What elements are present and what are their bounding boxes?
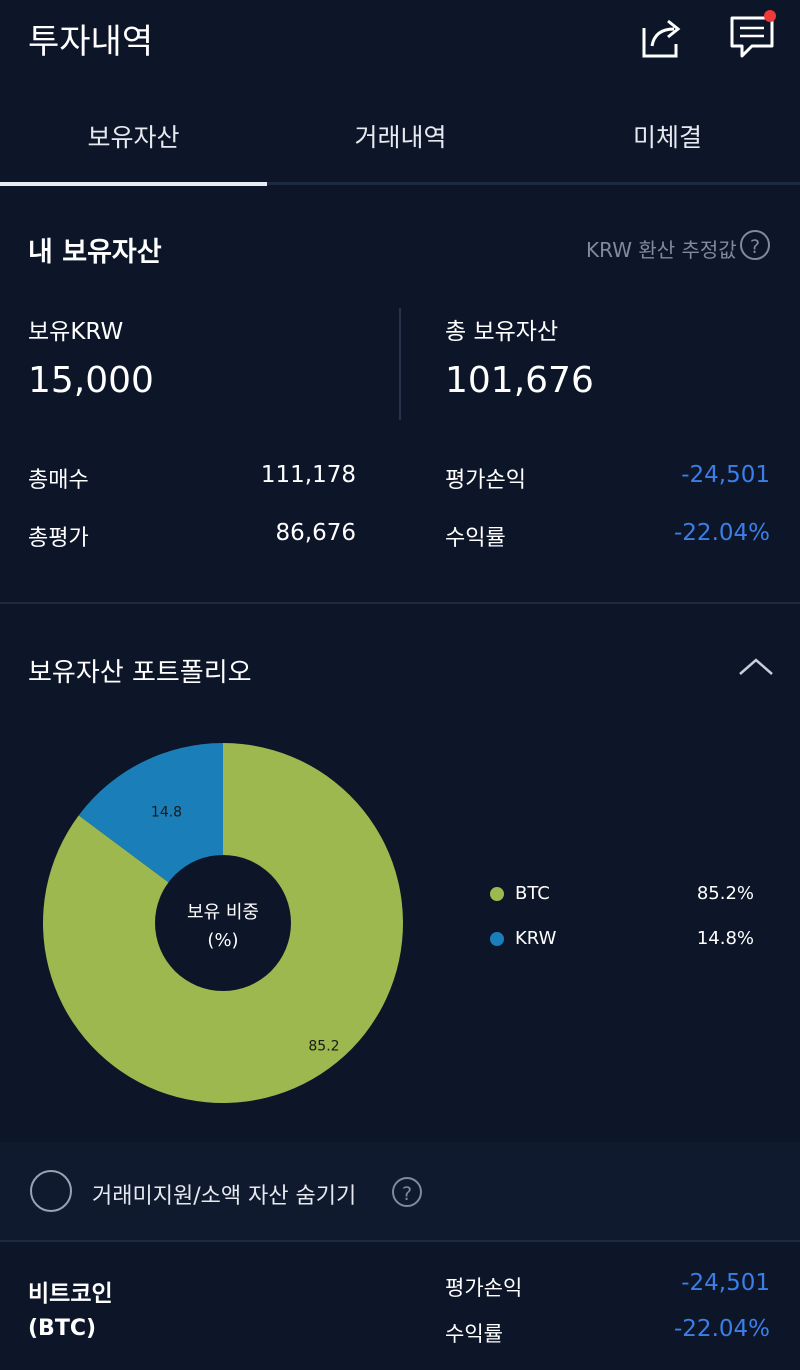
coin-name[interactable]: 비트코인	[28, 1274, 113, 1308]
hide-small-assets-label: 거래미지원/소액 자산 숨기기	[92, 1184, 357, 1209]
total-assets-value: 101,676	[445, 360, 594, 401]
coin-symbol: (BTC)	[28, 1316, 97, 1341]
donut-slice-label-btc: 85.2	[308, 1039, 339, 1055]
donut-center-line2: (%)	[207, 930, 238, 951]
donut-center-line1: 보유 비중	[187, 902, 259, 923]
section-divider	[0, 1240, 800, 1242]
total-eval-label: 총평가	[28, 526, 89, 551]
portfolio-title: 보유자산 포트폴리오	[28, 658, 252, 688]
tab-holdings[interactable]: 보유자산	[0, 118, 267, 162]
held-krw-label: 보유KRW	[28, 319, 124, 345]
assets-title: 내 보유자산	[28, 237, 162, 268]
legend-pct-krw: 14.8%	[696, 928, 754, 949]
chevron-up-icon[interactable]	[736, 652, 776, 682]
donut-hole	[155, 855, 291, 991]
krw-estimate-note: KRW 환산 추정값	[586, 238, 737, 262]
profit-loss-value: -24,501	[681, 462, 770, 488]
total-buy-label: 총매수	[28, 468, 89, 493]
tab-history[interactable]: 거래내역	[267, 118, 534, 162]
hide-small-assets-radio[interactable]	[30, 1170, 72, 1212]
vertical-divider	[399, 308, 401, 420]
return-rate-label: 수익률	[445, 526, 506, 551]
active-tab-indicator	[0, 182, 267, 186]
coin-profit-loss-value: -24,501	[681, 1270, 770, 1296]
share-icon[interactable]	[638, 14, 686, 62]
page-title: 투자내역	[28, 22, 154, 62]
total-assets-label: 총 보유자산	[445, 319, 559, 345]
total-eval-value: 86,676	[275, 520, 356, 546]
legend-dot-krw	[490, 932, 504, 946]
coin-return-value: -22.04%	[674, 1316, 770, 1342]
section-divider	[0, 602, 800, 604]
notification-dot	[764, 10, 776, 22]
legend-label-krw: KRW	[515, 928, 557, 949]
legend-label-btc: BTC	[515, 883, 550, 904]
profit-loss-label: 평가손익	[445, 468, 526, 493]
coin-return-label: 수익률	[445, 1322, 503, 1346]
legend-dot-btc	[490, 887, 504, 901]
help-icon[interactable]: ?	[740, 230, 770, 260]
return-rate-value: -22.04%	[674, 520, 770, 546]
donut-slice-label-krw: 14.8	[151, 804, 182, 820]
portfolio-donut-chart: 보유 비중 (%) 85.2 14.8	[40, 740, 406, 1106]
held-krw-value: 15,000	[28, 360, 154, 401]
coin-profit-loss-label: 평가손익	[445, 1276, 523, 1300]
help-icon[interactable]: ?	[392, 1177, 422, 1207]
total-buy-value: 111,178	[260, 462, 356, 488]
tab-pending[interactable]: 미체결	[534, 118, 800, 162]
legend-pct-btc: 85.2%	[696, 883, 754, 904]
